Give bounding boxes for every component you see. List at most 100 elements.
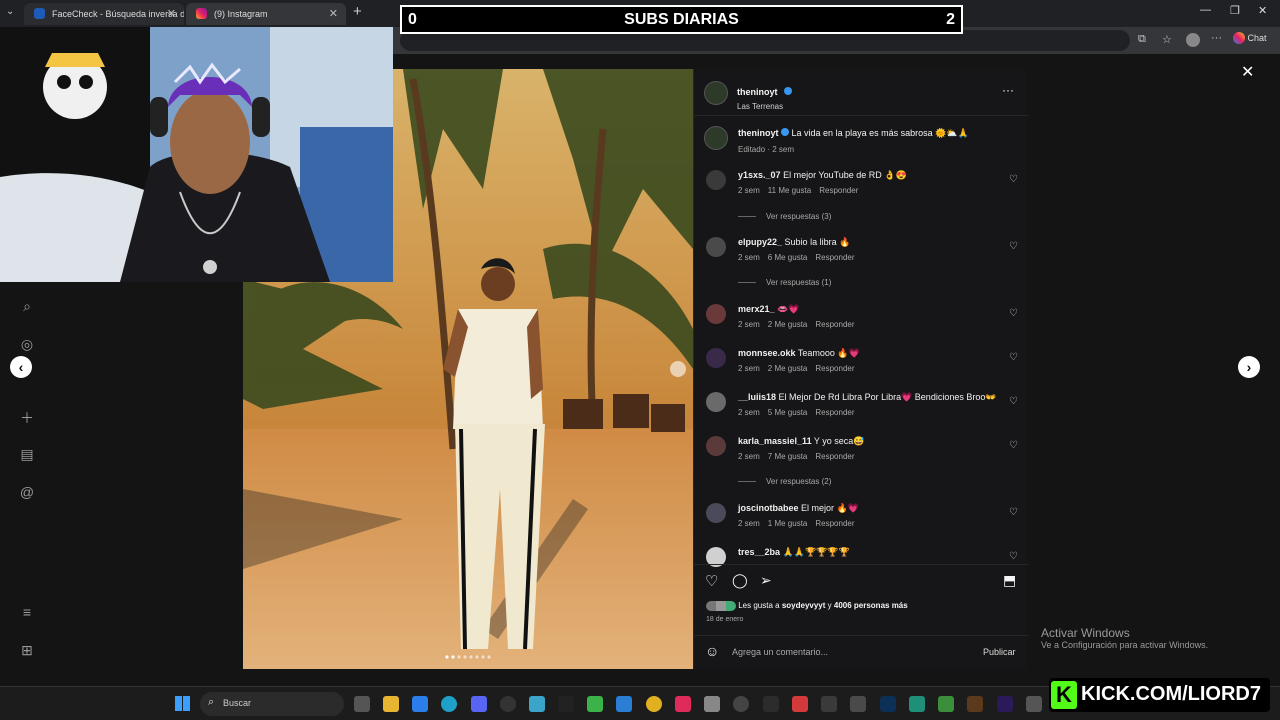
comment-like-icon[interactable]: ♡ (1009, 507, 1018, 518)
reply-button[interactable]: Responder (815, 519, 854, 528)
author-username[interactable]: theninoyt (737, 87, 778, 97)
comment-username[interactable]: __luiis18 (738, 392, 776, 402)
threads-icon[interactable]: @ (18, 484, 36, 502)
publish-button[interactable]: Publicar (983, 647, 1016, 657)
comment-likes[interactable]: 5 Me gusta (768, 408, 808, 417)
chat-button[interactable]: Chat (1233, 32, 1267, 44)
comment-input[interactable]: Agrega un comentario... (732, 647, 828, 657)
reply-button[interactable]: Responder (815, 253, 854, 262)
app-icon[interactable] (704, 696, 720, 712)
reply-button[interactable]: Responder (815, 364, 854, 373)
app-icon[interactable] (763, 696, 779, 712)
app-icon[interactable] (587, 696, 603, 712)
photoshop-icon[interactable] (880, 696, 896, 712)
comment-likes[interactable]: 2 Me gusta (768, 320, 808, 329)
commenter-avatar[interactable] (706, 436, 726, 456)
post-location[interactable]: Las Terrenas (737, 102, 792, 111)
menu-icon[interactable]: ≡ (18, 604, 36, 622)
close-tab-icon[interactable]: ✕ (329, 3, 338, 25)
commenter-avatar[interactable] (706, 304, 726, 324)
view-replies-link[interactable]: Ver respuestas (1) (738, 278, 831, 287)
search-icon[interactable]: ⌕ (18, 298, 36, 316)
likes-count[interactable]: 4006 personas más (834, 601, 908, 610)
comment-like-icon[interactable]: ♡ (1009, 241, 1018, 252)
edge-icon[interactable] (441, 696, 457, 712)
close-overlay-icon[interactable]: ✕ (1241, 62, 1254, 82)
comment-username[interactable]: elpupy22_ (738, 237, 782, 247)
comment-likes[interactable]: 2 Me gusta (768, 364, 808, 373)
create-icon[interactable]: ＋ (18, 408, 36, 426)
reply-button[interactable]: Responder (815, 452, 854, 461)
app-icon[interactable] (850, 696, 866, 712)
like-icon[interactable]: ♡ (705, 572, 718, 590)
new-tab-button[interactable]: + (353, 3, 362, 20)
commenter-avatar[interactable] (706, 348, 726, 368)
commenter-avatar[interactable] (706, 503, 726, 523)
caption-username[interactable]: theninoyt (738, 128, 779, 138)
liker-username[interactable]: soydeyvyyt (782, 601, 826, 610)
tab-instagram[interactable]: (9) Instagram ✕ (186, 3, 346, 25)
emoji-icon[interactable]: ☺ (705, 643, 719, 659)
reply-button[interactable]: Responder (819, 186, 858, 195)
comment-username[interactable]: y1sxs._07 (738, 170, 781, 180)
apps-icon[interactable]: ⊞ (18, 642, 36, 660)
comment-username[interactable]: karla_massiel_11 (738, 436, 812, 446)
comment-like-icon[interactable]: ♡ (1009, 174, 1018, 185)
previous-post-button[interactable]: ‹ (10, 356, 32, 378)
author-avatar[interactable] (704, 81, 728, 105)
comment-icon[interactable]: ◯ (732, 572, 748, 589)
task-view-icon[interactable] (354, 696, 370, 712)
comment-likes[interactable]: 1 Me gusta (768, 519, 808, 528)
tiktok-icon[interactable] (675, 696, 691, 712)
app-icon[interactable] (938, 696, 954, 712)
comment-like-icon[interactable]: ♡ (1009, 440, 1018, 451)
reply-button[interactable]: Responder (815, 320, 854, 329)
commenter-avatar[interactable] (706, 237, 726, 257)
comment-like-icon[interactable]: ♡ (1009, 352, 1018, 363)
view-replies-link[interactable]: Ver respuestas (3) (738, 212, 831, 221)
close-window-button[interactable]: ✕ (1258, 4, 1267, 17)
comment-like-icon[interactable]: ♡ (1009, 551, 1018, 562)
comment-username[interactable]: monnsee.okk (738, 348, 796, 358)
chrome-icon[interactable] (646, 696, 662, 712)
app-icon[interactable] (792, 696, 808, 712)
store-icon[interactable] (412, 696, 428, 712)
app-icon[interactable] (1026, 696, 1042, 712)
discord-icon[interactable] (471, 696, 487, 712)
app-icon[interactable] (821, 696, 837, 712)
more-options-icon[interactable]: ··· (1002, 83, 1014, 97)
maximize-button[interactable]: ❐ (1230, 4, 1240, 17)
commenter-avatar[interactable] (706, 170, 726, 190)
comment-username[interactable]: merx21_ (738, 304, 775, 314)
start-icon[interactable] (175, 696, 190, 711)
commenter-avatar[interactable] (706, 392, 726, 412)
app-icon[interactable] (909, 696, 925, 712)
app-icon[interactable] (967, 696, 983, 712)
app-icon[interactable] (733, 696, 749, 712)
epic-games-icon[interactable] (558, 696, 574, 712)
comment-username[interactable]: joscinotbabee (738, 503, 799, 513)
comment-likes[interactable]: 11 Me gusta (768, 186, 811, 195)
next-post-button[interactable]: › (1238, 356, 1260, 378)
caption-avatar[interactable] (704, 126, 728, 150)
comment-like-icon[interactable]: ♡ (1009, 396, 1018, 407)
comment-username[interactable]: tres__2ba (738, 547, 780, 557)
tab-list-chevron-icon[interactable]: ⌄ (6, 6, 14, 17)
more-icon[interactable]: ··· (1211, 32, 1222, 44)
minimize-button[interactable]: — (1200, 4, 1211, 16)
explore-icon[interactable]: ◎ (18, 336, 36, 354)
save-icon[interactable]: ⬒ (1003, 572, 1016, 589)
dashboard-icon[interactable]: ▤ (18, 446, 36, 464)
comment-likes[interactable]: 6 Me gusta (768, 253, 808, 262)
app-icon[interactable] (616, 696, 632, 712)
share-icon[interactable]: ➢ (760, 572, 772, 589)
obs-icon[interactable] (500, 696, 516, 712)
reply-button[interactable]: Responder (815, 408, 854, 417)
premiere-icon[interactable] (997, 696, 1013, 712)
close-tab-icon[interactable]: ✕ (167, 3, 176, 25)
extensions-icon[interactable]: ⧉ (1138, 33, 1146, 46)
comment-like-icon[interactable]: ♡ (1009, 308, 1018, 319)
taskbar-search[interactable]: ⌕ Buscar (200, 692, 344, 716)
tab-facecheck[interactable]: FaceCheck - Búsqueda inversa de ✕ (24, 3, 184, 25)
favorites-icon[interactable]: ☆ (1162, 33, 1172, 46)
